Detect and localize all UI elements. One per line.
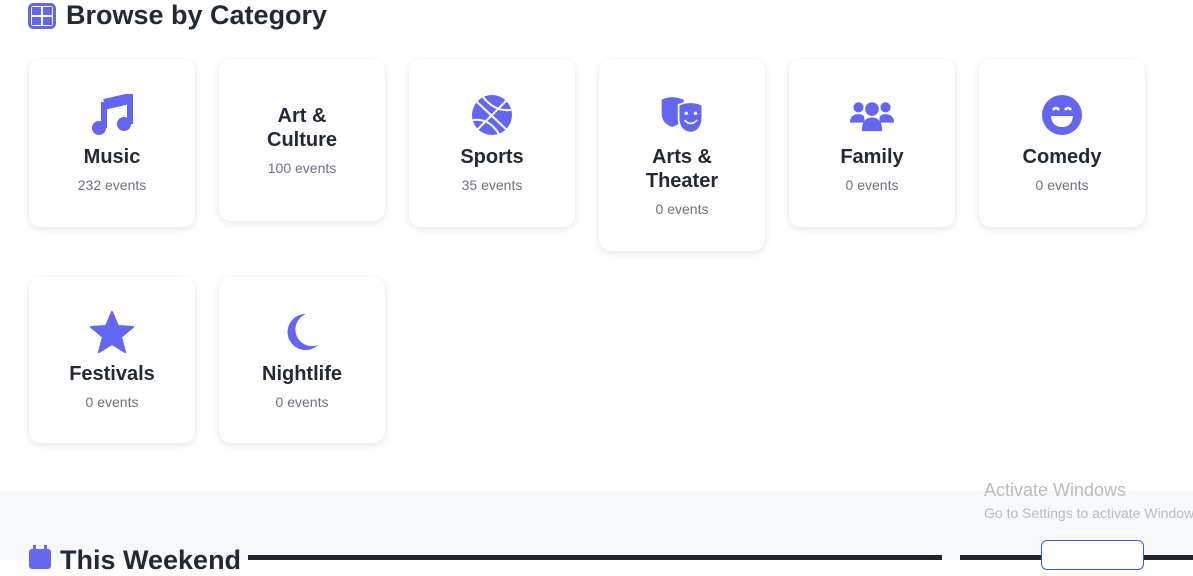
- watermark-title: Activate Windows: [984, 480, 1127, 500]
- star-icon: [90, 310, 134, 354]
- category-card-festivals[interactable]: Festivals 0 events: [29, 277, 195, 443]
- moon-icon: [280, 310, 324, 354]
- grid-icon: [28, 2, 56, 29]
- category-card-sports[interactable]: Sports 35 events: [409, 59, 575, 227]
- page-title: Browse by Category: [66, 0, 328, 30]
- this-weekend-header: This Weekend: [28, 545, 241, 576]
- music-icon: [90, 93, 134, 137]
- category-card-family[interactable]: Family 0 events: [789, 59, 955, 227]
- view-all-button[interactable]: [1041, 540, 1144, 570]
- category-card-comedy[interactable]: Comedy 0 events: [979, 59, 1145, 227]
- users-icon: [850, 93, 894, 137]
- watermark-subtitle: Go to Settings to activate Windows.: [984, 505, 1193, 521]
- theater-masks-icon: [660, 93, 704, 137]
- category-card-art-culture[interactable]: Art & Culture 100 events: [219, 59, 385, 221]
- category-card-arts-theater[interactable]: Arts & Theater 0 events: [599, 59, 765, 251]
- basketball-icon: [470, 93, 514, 137]
- calendar-icon: [29, 545, 51, 569]
- section-header: Browse by Category: [28, 0, 327, 31]
- category-card-nightlife[interactable]: Nightlife 0 events: [219, 277, 385, 443]
- laugh-icon: [1040, 93, 1084, 137]
- event-card-image[interactable]: [248, 555, 942, 560]
- category-card-music[interactable]: Music 232 events: [29, 59, 195, 227]
